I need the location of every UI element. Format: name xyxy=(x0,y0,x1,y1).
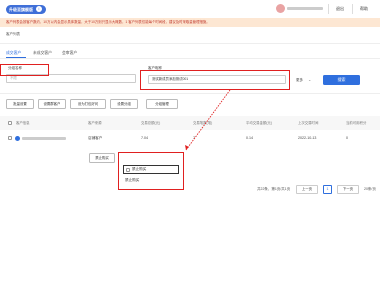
pager-summary: 共22条，第1页/共1页 xyxy=(257,187,291,191)
per-page-select[interactable]: 20条/页 xyxy=(364,187,376,192)
page-1-button[interactable]: 1 xyxy=(323,185,332,194)
pointer-arrow xyxy=(185,89,231,151)
next-page-button[interactable]: 下一页 xyxy=(337,185,359,194)
prev-page-button[interactable]: 上一页 xyxy=(296,185,318,194)
